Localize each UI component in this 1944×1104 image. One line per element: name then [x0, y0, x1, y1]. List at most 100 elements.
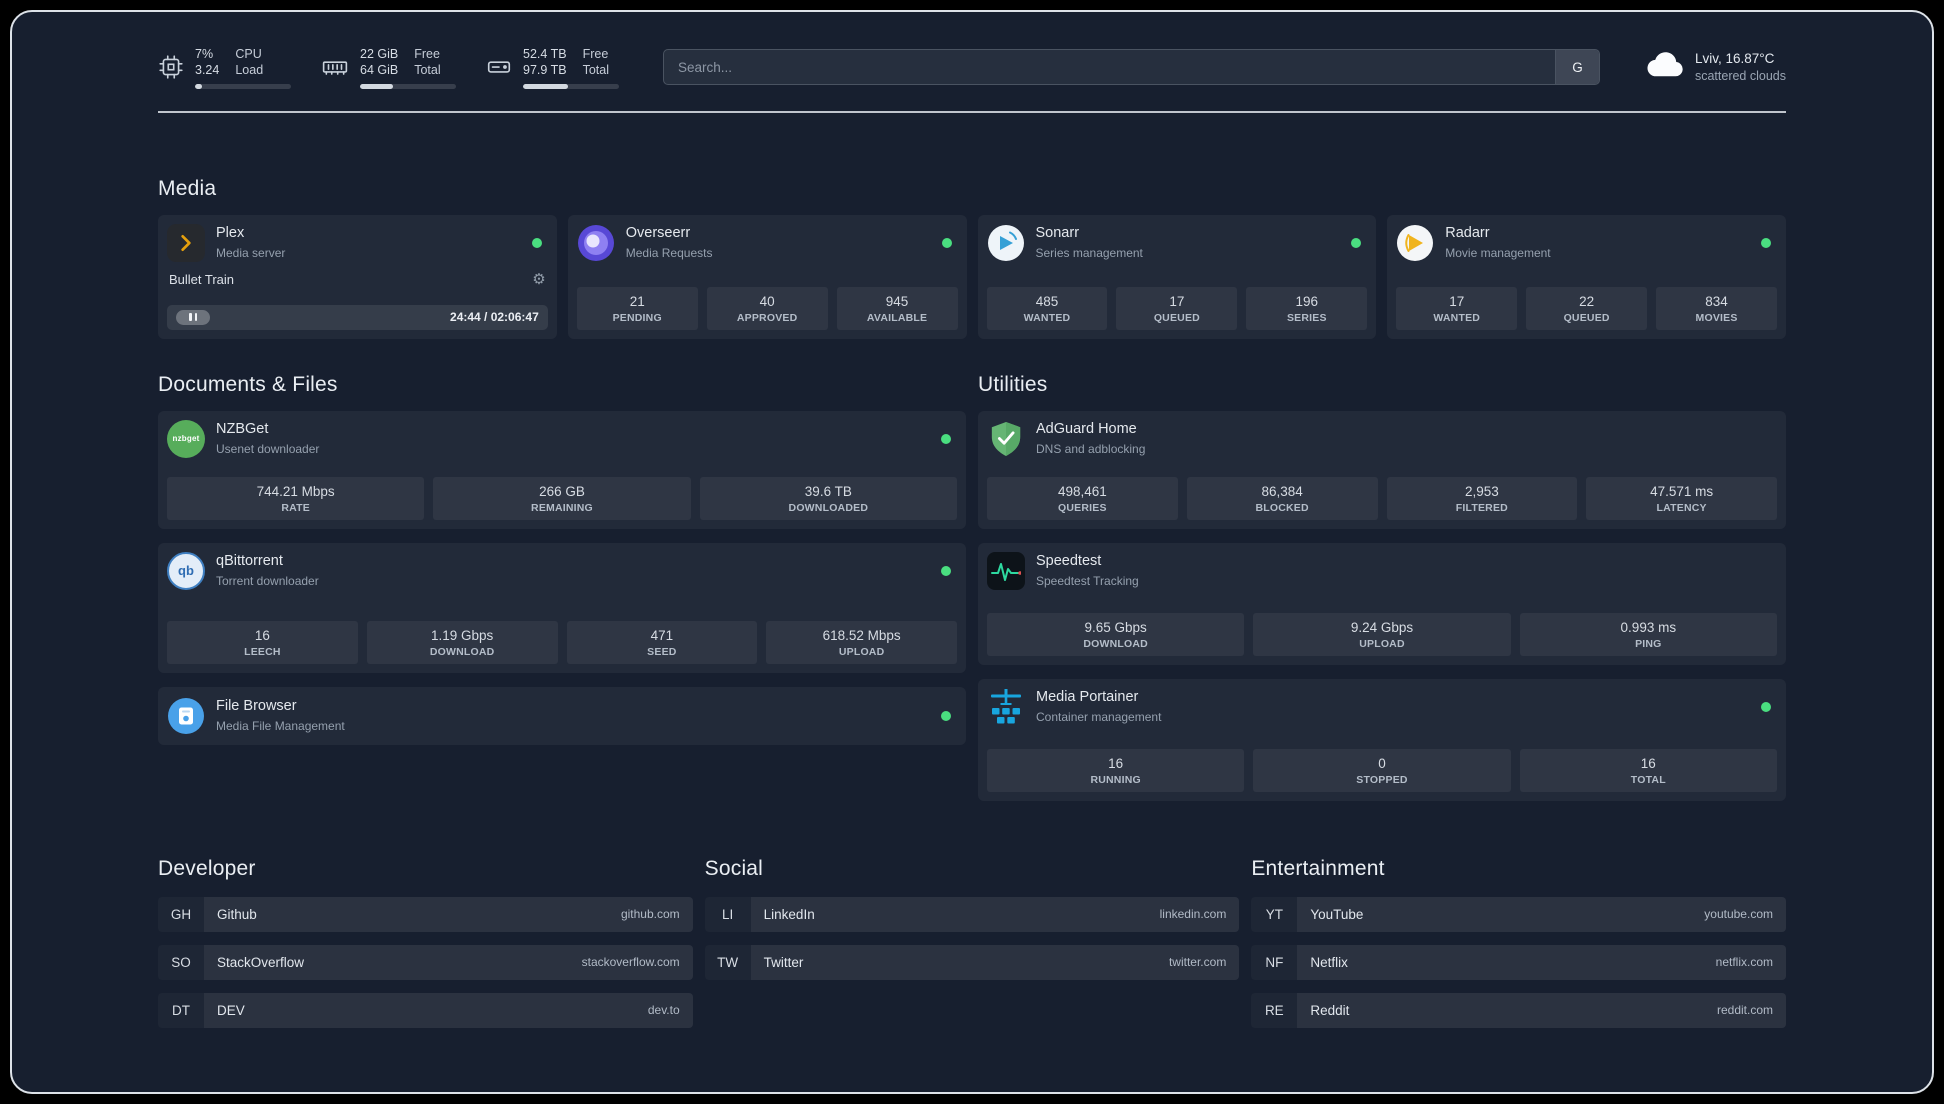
qbittorrent-icon: qb — [167, 551, 205, 590]
weather-location: Lviv, 16.87°C — [1694, 50, 1775, 66]
weather-widget: Lviv, 16.87°C scattered clouds — [1644, 50, 1786, 85]
qbittorrent-stat-seed: 471 SEED — [566, 620, 758, 664]
service-card-adguard[interactable]: AdGuard Home DNS and adblocking 498,461 … — [978, 410, 1786, 529]
radarr-stat-wanted: 17 WANTED — [1396, 286, 1518, 330]
disk-resource-widget: 52.4 TB 97.9 TB Free Total — [486, 46, 619, 89]
qbittorrent-description: Torrent downloader — [216, 573, 319, 588]
cpu-icon — [158, 54, 184, 80]
bookmark-linkedin[interactable]: LI LinkedIn linkedin.com — [705, 896, 1240, 932]
qbittorrent-stat-upload: 618.52 Mbps UPLOAD — [766, 620, 957, 664]
qbittorrent-stat-leech: 16 LEECH — [167, 620, 358, 664]
portainer-stat-stopped: 0 STOPPED — [1253, 748, 1511, 792]
disk-free-value: 52.4 TB — [523, 47, 567, 61]
overseerr-status-indicator — [941, 237, 952, 248]
service-card-filebrowser[interactable]: File Browser Media File Management — [158, 686, 966, 745]
service-card-sonarr[interactable]: Sonarr Series management 485 WANTED 17 Q… — [977, 214, 1377, 339]
topbar-divider — [158, 110, 1786, 113]
disk-total-value: 97.9 TB — [523, 63, 567, 78]
bookmark-reddit[interactable]: RE Reddit reddit.com — [1251, 992, 1786, 1028]
developer-section-title: Developer — [158, 856, 256, 880]
speedtest-name: Speedtest — [1036, 553, 1102, 570]
plex-icon — [167, 223, 205, 262]
bookmark-dev[interactable]: DT DEV dev.to — [158, 992, 693, 1028]
nzbget-stat-downloaded: 39.6 TB DOWNLOADED — [699, 476, 957, 520]
service-card-nzbget[interactable]: nzbget NZBGet Usenet downloader 744.21 M… — [158, 410, 966, 529]
bookmark-netflix[interactable]: NF Netflix netflix.com — [1251, 944, 1786, 980]
service-card-speedtest[interactable]: Speedtest Speedtest Tracking 9.65 Gbps D… — [978, 542, 1786, 665]
adguard-stat-blocked: 86,384 BLOCKED — [1186, 476, 1378, 520]
overseerr-stat-pending: 21 PENDING — [576, 286, 698, 330]
documents-section-title: Documents & Files — [158, 372, 338, 396]
service-card-qbittorrent[interactable]: qb qBittorrent Torrent downloader 16 LEE… — [158, 542, 966, 673]
bookmark-github[interactable]: GH Github github.com — [158, 896, 693, 932]
cpu-load-label: Load — [235, 63, 264, 78]
overseerr-icon — [577, 224, 615, 262]
overseerr-name: Overseerr — [625, 225, 691, 242]
adguard-description: DNS and adblocking — [1036, 441, 1146, 456]
radarr-name: Radarr — [1445, 225, 1490, 242]
service-card-plex[interactable]: Plex Media server Bullet Train ⚙ 24:44 /… — [158, 214, 557, 339]
adguard-stat-queries: 498,461 QUERIES — [987, 476, 1178, 520]
portainer-name: Media Portainer — [1036, 689, 1139, 706]
speedtest-description: Speedtest Tracking — [1036, 573, 1139, 588]
pause-button[interactable] — [176, 309, 210, 325]
filebrowser-name: File Browser — [216, 698, 297, 715]
disk-progress-bar — [523, 83, 619, 89]
adguard-icon — [987, 420, 1025, 458]
bookmark-youtube[interactable]: YT YouTube youtube.com — [1251, 896, 1786, 932]
bookmark-twitter[interactable]: TW Twitter twitter.com — [705, 944, 1240, 980]
disk-free-label: Free — [582, 47, 609, 61]
memory-free-label: Free — [414, 47, 440, 61]
bookmark-group-entertainment: Entertainment YT YouTube youtube.com NF … — [1251, 857, 1786, 1041]
plex-player-progress-bar: 24:44 / 02:06:47 — [167, 304, 548, 330]
filebrowser-icon — [167, 697, 205, 735]
gear-icon[interactable]: ⚙ — [532, 272, 545, 287]
disk-icon — [486, 54, 512, 80]
plex-description: Media server — [216, 245, 286, 260]
dashboard-panel: 7% 3.24 CPU Load 22 GiB 64 GiB Free Tota… — [10, 10, 1934, 1094]
service-card-radarr[interactable]: Radarr Movie management 17 WANTED 22 QUE… — [1387, 214, 1786, 339]
bookmark-group-developer: Developer GH Github github.com SO StackO… — [158, 857, 693, 1041]
sonarr-description: Series management — [1035, 245, 1143, 260]
nzbget-description: Usenet downloader — [216, 441, 320, 456]
qbittorrent-name: qBittorrent — [216, 553, 283, 570]
nzbget-stat-rate: 744.21 Mbps RATE — [167, 476, 425, 520]
memory-total-label: Total — [414, 63, 441, 78]
cpu-resource-widget: 7% 3.24 CPU Load — [158, 46, 291, 89]
speedtest-stat-download: 9.65 Gbps DOWNLOAD — [987, 612, 1245, 656]
filebrowser-description: Media File Management — [216, 718, 345, 733]
portainer-stat-running: 16 RUNNING — [987, 748, 1245, 792]
speedtest-icon — [987, 551, 1025, 590]
utilities-section-title: Utilities — [978, 372, 1048, 396]
sonarr-stat-queued: 17 QUEUED — [1116, 286, 1238, 330]
bookmark-group-social: Social LI LinkedIn linkedin.com TW Twitt… — [705, 857, 1240, 1041]
section-utilities: Utilities AdGuard Home DNS and adblockin… — [978, 373, 1786, 801]
memory-free-value: 22 GiB — [360, 47, 399, 61]
bookmark-stackoverflow[interactable]: SO StackOverflow stackoverflow.com — [158, 944, 693, 980]
memory-icon — [321, 54, 349, 80]
radarr-stat-queued: 22 QUEUED — [1526, 286, 1648, 330]
window-frame: 7% 3.24 CPU Load 22 GiB 64 GiB Free Tota… — [0, 0, 1944, 1104]
portainer-icon — [987, 688, 1025, 726]
speedtest-stat-ping: 0.993 ms PING — [1519, 612, 1777, 656]
overseerr-description: Media Requests — [625, 245, 713, 260]
service-card-overseerr[interactable]: Overseerr Media Requests 21 PENDING 40 A… — [567, 214, 967, 339]
section-media: Media Plex Media server Bullet Train ⚙ 2… — [158, 177, 1786, 339]
cpu-usage-value: 7% — [195, 47, 214, 61]
plex-status-indicator — [531, 237, 542, 248]
adguard-stat-filtered: 2,953 FILTERED — [1386, 476, 1578, 520]
radarr-icon — [1396, 224, 1434, 262]
search-bar: G — [663, 49, 1600, 86]
service-card-portainer[interactable]: Media Portainer Container management 16 … — [978, 678, 1786, 801]
radarr-stat-movies: 834 MOVIES — [1656, 286, 1778, 330]
adguard-stat-latency: 47.571 ms LATENCY — [1586, 476, 1777, 520]
nzbget-status-indicator — [941, 433, 951, 444]
overseerr-stat-available: 945 AVAILABLE — [836, 286, 958, 330]
weather-condition: scattered clouds — [1694, 68, 1786, 83]
sonarr-stat-series: 196 SERIES — [1246, 286, 1368, 330]
search-provider-button[interactable]: G — [1554, 50, 1599, 85]
top-bar: 7% 3.24 CPU Load 22 GiB 64 GiB Free Tota… — [158, 46, 1786, 89]
filebrowser-status-indicator — [941, 710, 951, 721]
search-input[interactable] — [664, 50, 1555, 85]
sonarr-stat-wanted: 485 WANTED — [986, 286, 1108, 330]
